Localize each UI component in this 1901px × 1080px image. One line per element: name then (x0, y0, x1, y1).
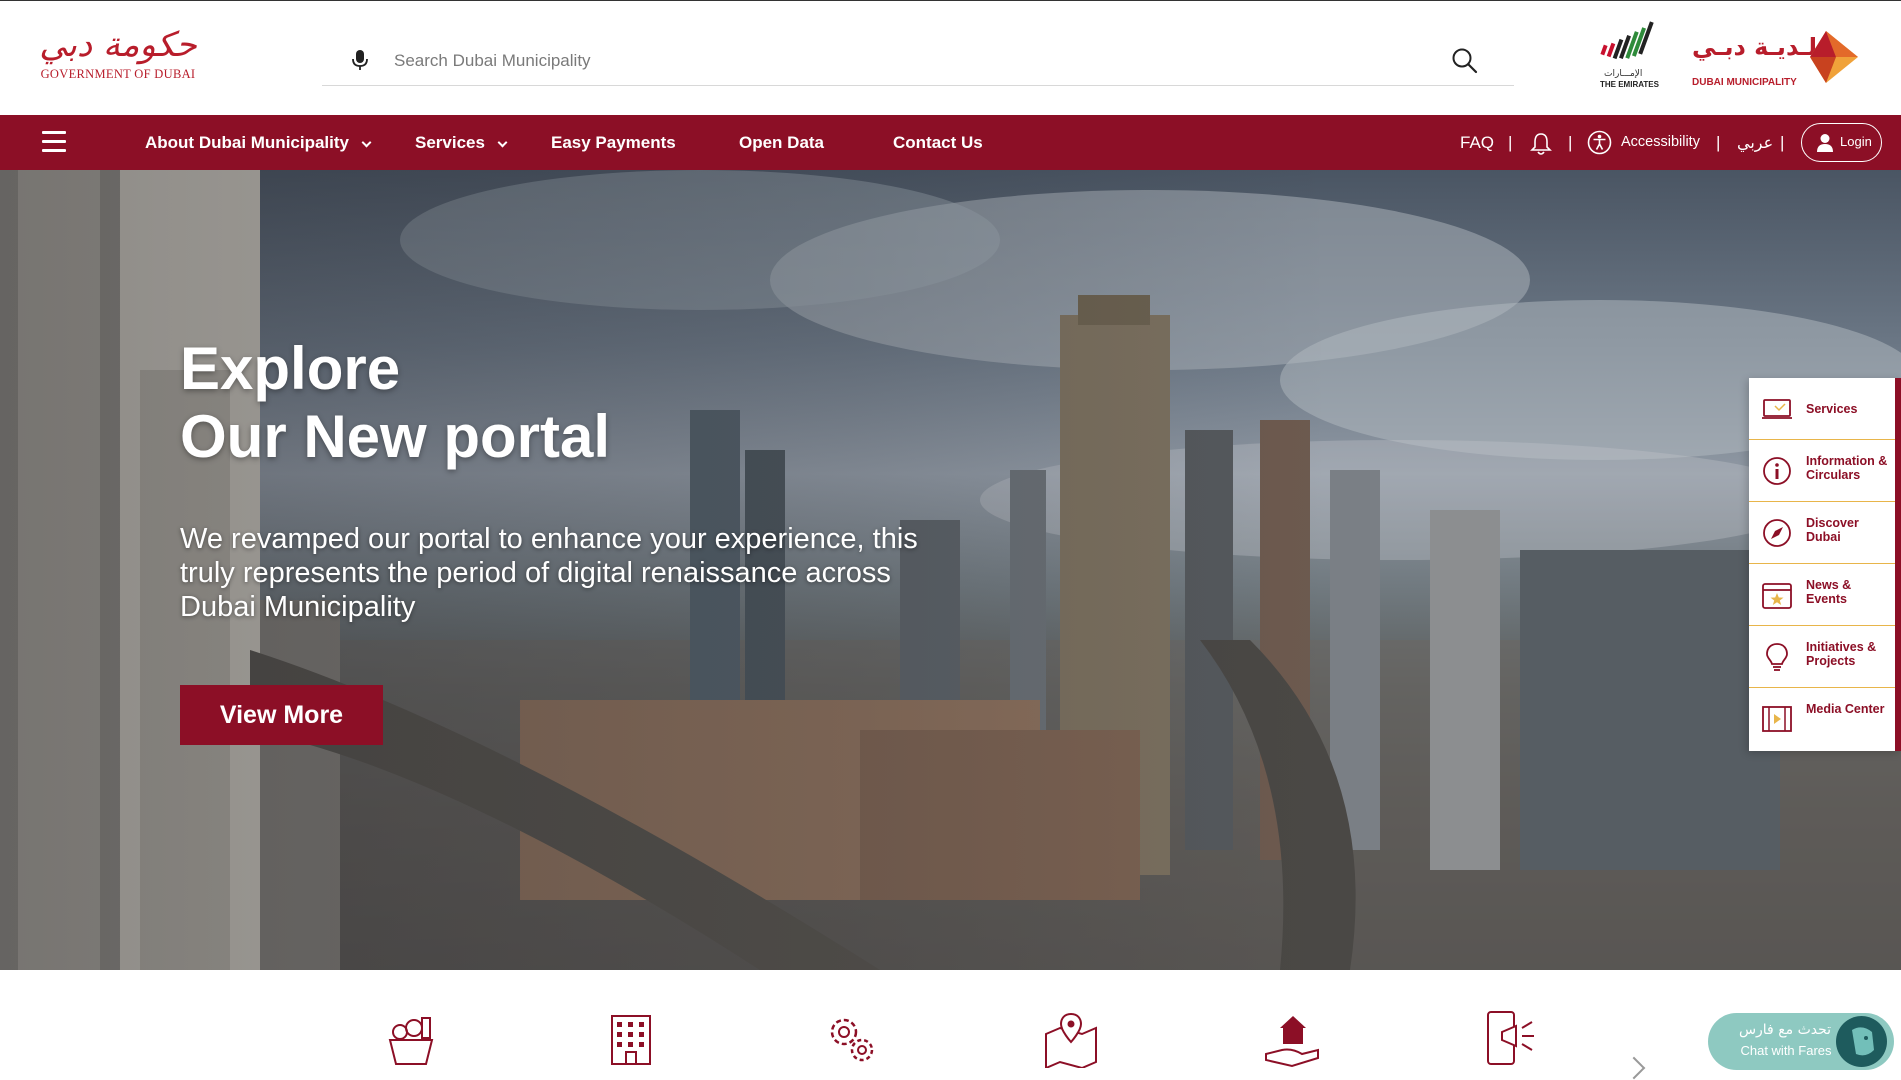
nav-separator: | (1568, 133, 1573, 152)
chevron-down-icon (497, 137, 508, 148)
faq-link[interactable]: FAQ (1460, 115, 1494, 170)
panel-accent-bar (1895, 378, 1901, 751)
emirates-stripes-icon (1600, 21, 1654, 60)
the-emirates-logo[interactable]: الإمـــارات THE EMIRATES (1590, 19, 1670, 91)
nav-services[interactable]: Services (415, 115, 508, 170)
side-item-label: Initiatives & Projects (1806, 640, 1877, 668)
top-header: حكومة دبي GOVERNMENT OF DUBAI الإمـــارا… (0, 0, 1901, 115)
side-item-services[interactable]: Services (1749, 378, 1895, 440)
view-more-button[interactable]: View More (180, 685, 383, 745)
dm-diamond-icon (1810, 31, 1858, 83)
nav-item-label: Services (415, 133, 485, 152)
fares-avatar-icon (1836, 1016, 1887, 1067)
government-of-dubai-logo[interactable]: حكومة دبي GOVERNMENT OF DUBAI (38, 25, 198, 91)
side-item-label: Services (1806, 402, 1858, 416)
hero-banner: Explore Our New portal We revamped our p… (0, 170, 1901, 970)
nav-item-label: About Dubai Municipality (145, 133, 349, 152)
mobile-megaphone-icon[interactable] (1480, 1010, 1542, 1068)
house-hand-icon[interactable] (1262, 1010, 1324, 1068)
nav-contact-us[interactable]: Contact Us (893, 115, 983, 170)
nav-open-data[interactable]: Open Data (739, 115, 824, 170)
side-item-label: Discover Dubai (1806, 516, 1859, 544)
chat-arabic-label: تحدث مع فارس (1738, 1022, 1832, 1038)
login-label: Login (1840, 134, 1872, 149)
side-item-discover-dubai[interactable]: Discover Dubai (1749, 502, 1895, 564)
compass-icon (1763, 519, 1791, 547)
emirates-logo-latin: THE EMIRATES (1600, 80, 1659, 89)
accessibility-icon[interactable] (1587, 130, 1612, 155)
microphone-icon[interactable] (350, 49, 370, 71)
lightbulb-icon (1766, 643, 1788, 671)
nav-separator: | (1508, 133, 1513, 152)
nav-easy-payments[interactable]: Easy Payments (551, 115, 676, 170)
hero-title-line-2: Our New portal (180, 403, 611, 470)
building-icon[interactable] (600, 1010, 662, 1068)
search-icon[interactable] (1450, 46, 1480, 76)
accessibility-link[interactable]: Accessibility (1621, 115, 1700, 170)
gov-logo-arabic: حكومة دبي (39, 25, 197, 65)
nav-item-label: Open Data (739, 133, 825, 152)
side-item-label: Media Center (1806, 702, 1885, 716)
hamburger-icon[interactable] (42, 131, 66, 153)
bell-icon[interactable] (1530, 132, 1552, 156)
user-icon (1817, 134, 1833, 152)
search-bar (322, 39, 1514, 86)
main-navigation: About Dubai Municipality Services Easy P… (0, 115, 1901, 170)
map-pin-icon[interactable] (1040, 1010, 1102, 1068)
chat-label: Chat with Fares (1740, 1043, 1832, 1058)
laptop-icon (1762, 399, 1792, 419)
side-item-initiatives-projects[interactable]: Initiatives & Projects (1749, 626, 1895, 688)
dm-logo-latin: DUBAI MUNICIPALITY (1692, 77, 1797, 88)
nav-item-label: Easy Payments (551, 133, 676, 152)
hero-description: We revamped our portal to enhance your e… (180, 523, 918, 623)
language-toggle[interactable]: عربي (1737, 115, 1773, 170)
login-button[interactable]: Login (1801, 123, 1882, 162)
side-item-label: Information & Circulars (1806, 454, 1888, 482)
fares-face-icon (1838, 1018, 1885, 1065)
calendar-star-icon (1762, 583, 1792, 609)
dubai-municipality-logo[interactable]: بـلـديـة دبـي DUBAI MUNICIPALITY (1688, 29, 1866, 91)
side-item-news-events[interactable]: News & Events (1749, 564, 1895, 626)
nav-separator: | (1780, 133, 1785, 152)
chevron-down-icon (361, 137, 372, 148)
chat-with-fares-button[interactable]: تحدث مع فارس Chat with Fares (1708, 1013, 1894, 1070)
side-item-information-circulars[interactable]: Information & Circulars (1749, 440, 1895, 502)
quick-access-panel: Services Information & Circulars Discove… (1749, 378, 1901, 751)
gears-icon[interactable] (820, 1010, 882, 1068)
emirates-logo-arabic: الإمـــارات (1604, 69, 1643, 79)
hero-title: Explore Our New portal (180, 335, 610, 471)
food-basket-icon[interactable] (380, 1010, 442, 1068)
info-icon (1763, 457, 1791, 485)
side-item-label: News & Events (1806, 578, 1852, 606)
side-item-media-center[interactable]: Media Center (1749, 688, 1895, 750)
nav-about-dubai-municipality[interactable]: About Dubai Municipality (145, 115, 372, 170)
scroll-chevron-icon[interactable] (1622, 1056, 1646, 1080)
gov-logo-latin: GOVERNMENT OF DUBAI (40, 67, 196, 81)
film-icon (1762, 706, 1792, 732)
search-input[interactable] (394, 47, 1394, 75)
hero-title-line-1: Explore (180, 335, 401, 402)
nav-item-label: Contact Us (893, 133, 983, 152)
nav-separator: | (1716, 133, 1721, 152)
